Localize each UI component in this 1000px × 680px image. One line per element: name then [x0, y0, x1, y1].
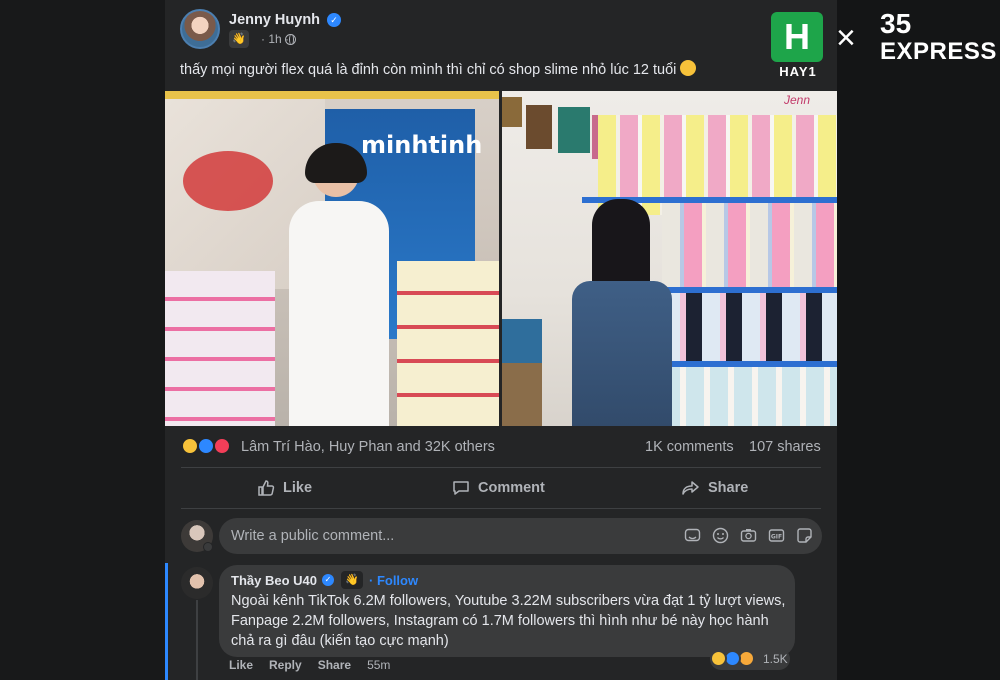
post-author-name[interactable]: Jenny Huynh [229, 12, 320, 28]
comment-reactions[interactable]: 1.5K [710, 648, 790, 670]
haha-icon [710, 650, 727, 667]
comment-button[interactable]: Comment [452, 470, 545, 506]
comment-label: Comment [478, 480, 545, 496]
wall-art-2 [526, 105, 552, 149]
shelf-slime-left [165, 271, 275, 426]
share-arrow-icon [682, 481, 699, 495]
top-fan-badge-icon[interactable]: 👋 [341, 571, 363, 589]
share-label: Share [708, 480, 749, 496]
gif-icon[interactable]: GIF [768, 527, 785, 544]
post-text: thấy mọi người flex quá là đỉnh còn mình… [180, 60, 697, 78]
awning-strip [165, 91, 499, 99]
photo-shop-left[interactable]: minhtinh [165, 91, 499, 426]
like-button[interactable]: Like [257, 470, 312, 506]
shelf-slime-bottom [662, 367, 837, 426]
shelf-slime-middle [662, 203, 837, 289]
collab-times-icon: × [836, 19, 856, 57]
comment-bubble-icon [453, 481, 469, 495]
like-label: Like [283, 480, 313, 496]
thread-connector [196, 600, 198, 680]
follow-button[interactable]: · Follow [369, 573, 418, 588]
grinning-emoji-icon [680, 60, 697, 76]
right-backdrop [837, 0, 1000, 680]
reaction-icons[interactable] [181, 437, 241, 457]
wall-art-3 [558, 107, 590, 153]
express-word: EXPRESS [880, 38, 997, 65]
verified-badge-icon: ✓ [322, 574, 334, 586]
commenter-avatar[interactable] [181, 567, 213, 599]
comment-text: Ngoài kênh TikTok 6.2M followers, Youtub… [231, 593, 786, 649]
sticker-emoji-icon[interactable] [684, 527, 701, 544]
shelf-slime-lower [662, 293, 837, 363]
comment-input[interactable] [231, 518, 661, 554]
shop-sign-text: Jenn [784, 93, 811, 107]
hay1-logo: H [771, 12, 823, 62]
highlight-bar [165, 563, 168, 680]
thumbs-up-icon [258, 480, 275, 496]
comment-bubble: Thầy Beo U40 ✓ 👋 · Follow Ngoài kênh Tik… [219, 565, 795, 657]
comment-share-button[interactable]: Share [318, 658, 351, 672]
top-fan-badge-icon[interactable]: 👋 [229, 30, 249, 48]
comment-author[interactable]: Thầy Beo U40 [231, 573, 317, 588]
comment-reaction-count: 1.5K [763, 652, 788, 666]
emoji-icon[interactable] [712, 527, 729, 544]
comment-time[interactable]: 55m [367, 658, 390, 672]
hay1-label: HAY1 [779, 64, 817, 79]
shares-count[interactable]: 107 shares [749, 439, 821, 455]
post-card: Jenny Huynh ✓ 👋 · 1h · thấy mọi người fl… [165, 0, 837, 680]
left-backdrop [0, 0, 165, 680]
author-avatar[interactable] [180, 9, 220, 49]
wall-graphic [183, 151, 273, 211]
globe-icon[interactable] [285, 34, 296, 45]
sticker-icon[interactable] [796, 527, 813, 544]
comment-composer[interactable]: GIF [219, 518, 822, 554]
girl-outfit [289, 201, 389, 426]
divider-top [181, 467, 821, 468]
photo-shop-right[interactable]: Jenn [502, 91, 837, 426]
comment-actions: Like Reply Share 55m [229, 658, 390, 672]
wall-art-1 [502, 97, 522, 127]
express-number: 35 [880, 8, 912, 39]
poster-sign-text: minhtinh [361, 131, 483, 159]
reaction-names[interactable]: Lâm Trí Hào, Huy Phan and 32K others [241, 439, 495, 455]
love-icon [213, 437, 231, 455]
shelf-slime-right [397, 261, 499, 426]
comment-reply-button[interactable]: Reply [269, 658, 302, 672]
cardboard-box [502, 363, 542, 426]
divider-bottom [181, 508, 821, 509]
haha-icon [181, 437, 199, 455]
share-button[interactable]: Share [682, 470, 748, 506]
comments-count[interactable]: 1K comments [645, 439, 734, 455]
girl-overalls [572, 281, 672, 426]
girl-hair-right [592, 199, 650, 289]
chevron-down-icon[interactable] [203, 542, 213, 552]
svg-text:GIF: GIF [771, 533, 782, 540]
verified-badge-icon: ✓ [327, 13, 341, 27]
camera-icon[interactable] [740, 527, 757, 544]
comment-like-button[interactable]: Like [229, 658, 253, 672]
like-icon [197, 437, 215, 455]
